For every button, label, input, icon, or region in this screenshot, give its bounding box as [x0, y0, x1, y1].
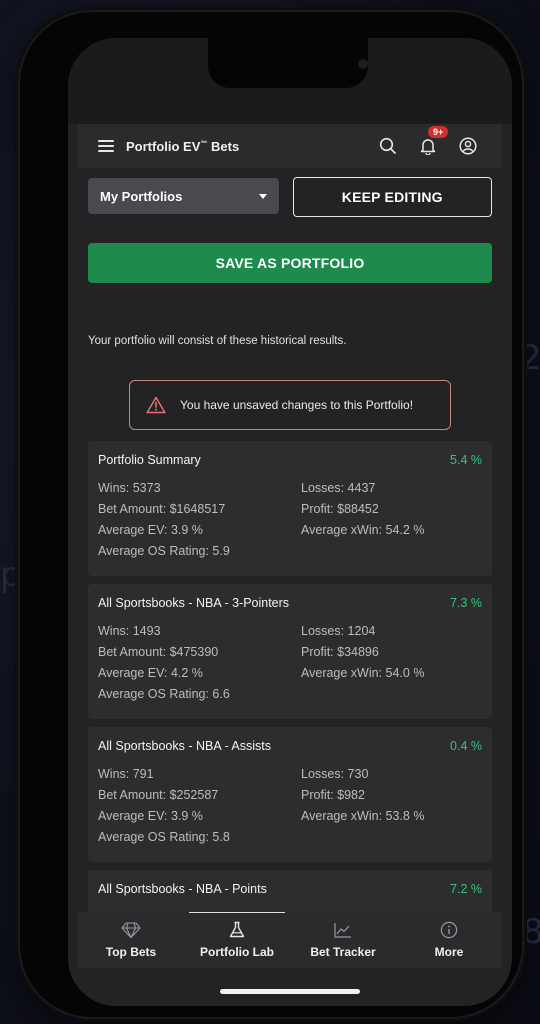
- stat-wins: Wins: 1493: [98, 624, 161, 638]
- stat-average-ev: Average EV: 3.9 %: [98, 809, 203, 823]
- phone-frame: Portfolio EV™ Bets 9+ My Portfolios KEEP…: [20, 12, 522, 1017]
- portfolio-actions: My Portfolios KEEP EDITING: [78, 168, 502, 217]
- card-roi: 7.3 %: [450, 596, 482, 610]
- card-roi: 7.2 %: [450, 882, 482, 896]
- account-button[interactable]: [448, 130, 488, 162]
- card-roi: 0.4 %: [450, 739, 482, 753]
- tab-label: Top Bets: [105, 945, 157, 959]
- info-icon: [440, 921, 458, 939]
- tab-label: More: [434, 945, 464, 959]
- search-button[interactable]: [368, 130, 408, 162]
- stat-profit: Profit: $982: [301, 788, 365, 802]
- card-title: All Sportsbooks - NBA - Assists: [98, 739, 271, 753]
- camera-icon: [358, 59, 368, 69]
- stat-losses: Losses: 1204: [301, 624, 376, 638]
- stat-average-xwin: Average xWin: 54.0 %: [301, 666, 425, 680]
- stat-bet-amount: Bet Amount: $252587: [98, 788, 219, 802]
- flask-icon: [229, 921, 245, 938]
- result-card[interactable]: All Sportsbooks - NBA - Assists 0.4 % Wi…: [88, 727, 492, 862]
- phone-notch: [208, 38, 368, 88]
- tab-bet-tracker[interactable]: Bet Tracker: [290, 912, 396, 968]
- stat-profit: Profit: $88452: [301, 502, 379, 516]
- notifications-button[interactable]: 9+: [408, 126, 449, 162]
- tab-label: Bet Tracker: [310, 945, 376, 959]
- stat-bet-amount: Bet Amount: $475390: [98, 645, 219, 659]
- stat-losses: Losses: 730: [301, 767, 369, 781]
- tab-top-bets[interactable]: Top Bets: [78, 912, 184, 968]
- stat-average-xwin: Average xWin: 54.2 %: [301, 523, 425, 537]
- stat-profit: Profit: $34896: [301, 645, 379, 659]
- tab-portfolio-lab[interactable]: Portfolio Lab: [184, 912, 290, 968]
- result-card[interactable]: All Sportsbooks - NBA - Points 7.2 %: [88, 870, 492, 912]
- unsaved-warning: You have unsaved changes to this Portfol…: [129, 380, 451, 430]
- portfolio-select-value: My Portfolios: [100, 188, 183, 204]
- app-title-text: Portfolio EV: [126, 138, 201, 154]
- portfolio-info-text: Your portfolio will consist of these his…: [88, 335, 347, 347]
- background-glyph: p: [0, 555, 22, 595]
- tab-more[interactable]: More: [396, 912, 502, 968]
- user-circle-icon: [459, 137, 477, 155]
- warning-text: You have unsaved changes to this Portfol…: [180, 398, 414, 412]
- stat-average-ev: Average EV: 3.9 %: [98, 523, 203, 537]
- phone-screen: Portfolio EV™ Bets 9+ My Portfolios KEEP…: [68, 38, 512, 1006]
- card-title: Portfolio Summary: [98, 453, 201, 467]
- stat-average-os-rating: Average OS Rating: 6.6: [98, 687, 230, 701]
- stat-wins: Wins: 5373: [98, 481, 161, 495]
- stat-bet-amount: Bet Amount: $1648517: [98, 502, 226, 516]
- save-as-portfolio-button[interactable]: SAVE AS PORTFOLIO: [88, 243, 492, 283]
- home-indicator[interactable]: [220, 989, 360, 994]
- stat-average-xwin: Average xWin: 53.8 %: [301, 809, 425, 823]
- app-header: Portfolio EV™ Bets 9+: [78, 124, 502, 168]
- result-card[interactable]: All Sportsbooks - NBA - 3-Pointers 7.3 %…: [88, 584, 492, 719]
- app-title-suffix: Bets: [207, 138, 240, 154]
- stat-losses: Losses: 4437: [301, 481, 376, 495]
- search-icon: [379, 137, 396, 154]
- keep-editing-button[interactable]: KEEP EDITING: [292, 177, 492, 217]
- card-title: All Sportsbooks - NBA - Points: [98, 882, 267, 896]
- app-title: Portfolio EV™ Bets: [126, 139, 368, 154]
- portfolio-select[interactable]: My Portfolios: [88, 178, 279, 214]
- summary-card: Portfolio Summary 5.4 % Wins: 5373 Losse…: [88, 441, 492, 576]
- card-roi: 5.4 %: [450, 453, 482, 467]
- stat-average-os-rating: Average OS Rating: 5.8: [98, 830, 230, 844]
- caret-down-icon: [258, 193, 267, 199]
- chart-icon: [334, 923, 351, 938]
- menu-icon[interactable]: [98, 140, 114, 152]
- results-list: Portfolio Summary 5.4 % Wins: 5373 Losse…: [78, 441, 502, 912]
- background-glyph: 8: [522, 912, 540, 952]
- notification-badge: 9+: [428, 126, 449, 138]
- card-title: All Sportsbooks - NBA - 3-Pointers: [98, 596, 290, 610]
- stat-average-ev: Average EV: 4.2 %: [98, 666, 203, 680]
- diamond-icon: [121, 922, 141, 939]
- stat-wins: Wins: 791: [98, 767, 154, 781]
- bell-icon: [420, 139, 436, 155]
- warning-icon: [146, 396, 166, 414]
- tab-label: Portfolio Lab: [200, 945, 274, 959]
- background-glyph: 2: [520, 338, 540, 378]
- bottom-tab-bar: Top Bets Portfolio Lab Bet Tracker More: [78, 912, 502, 968]
- main-content: My Portfolios KEEP EDITING SAVE AS PORTF…: [78, 168, 502, 912]
- stat-average-os-rating: Average OS Rating: 5.9: [98, 544, 230, 558]
